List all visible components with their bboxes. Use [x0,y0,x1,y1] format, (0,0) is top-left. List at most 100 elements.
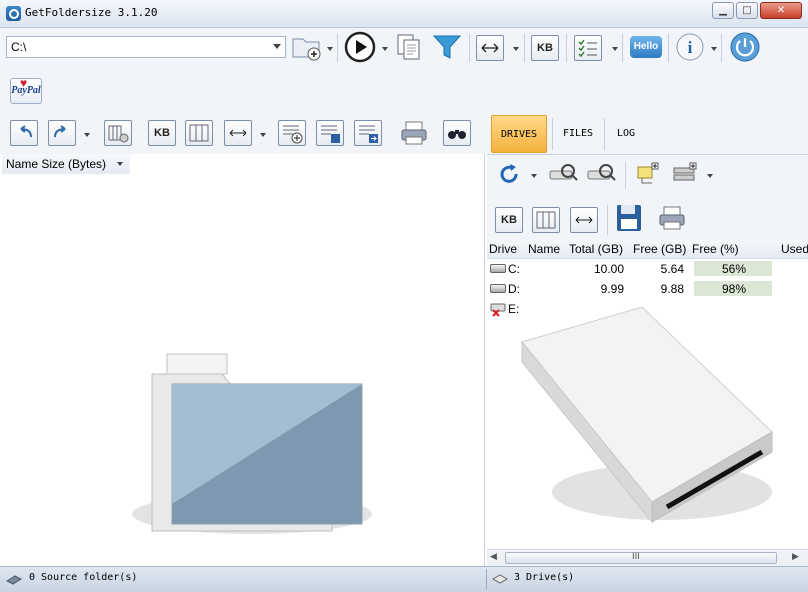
minimize-button[interactable]: ▁ [712,2,734,19]
chevron-down-icon[interactable] [84,133,90,137]
zoom-in-drive-button[interactable] [547,159,581,189]
left-toolbar: KB [0,112,486,154]
chevron-down-icon[interactable] [260,133,266,137]
scrollbar-thumb[interactable]: III [505,552,777,564]
status-bar: 0 Source folder(s) 3 Drive(s) [0,566,808,592]
column-total[interactable]: Total (GB) [569,242,623,256]
horizontal-scrollbar[interactable]: ◀ III ▶ [487,549,808,566]
start-scan-button[interactable] [342,31,378,63]
list-export-icon [359,125,378,143]
copy-button[interactable] [393,32,425,62]
toolbar-separator [566,34,567,62]
printer-icon [401,121,427,145]
copy-icon [397,34,420,60]
add-item-button[interactable] [278,120,306,146]
chevron-down-icon[interactable] [513,47,519,51]
chevron-down-icon[interactable] [612,47,618,51]
add-server-button[interactable] [669,159,703,189]
drive-search-icon [549,164,578,181]
expand-arrows-icon [481,43,499,53]
zoom-out-drive-button[interactable] [585,159,619,189]
scroll-left-icon[interactable]: ◀ [490,552,497,562]
toolbar-separator [337,34,338,62]
columns-button[interactable] [532,207,560,233]
back-button[interactable] [10,120,38,146]
column-width-button[interactable] [476,35,504,61]
chevron-down-icon[interactable] [117,162,123,166]
status-divider [486,569,487,589]
list-add-icon [283,125,303,144]
column-settings-button[interactable] [104,120,132,146]
table-row[interactable]: C: 10.00 5.64 56% [487,259,808,279]
path-value: C:\ [11,40,27,54]
column-free[interactable]: Free (GB) [633,242,686,256]
column-drive[interactable]: Drive [489,242,517,256]
status-right: 3 Drive(s) [514,572,575,583]
columns-button[interactable] [185,120,213,146]
size-unit-button[interactable]: KB [531,35,559,61]
add-network-drive-button[interactable] [633,159,661,189]
toolbar-separator [524,34,525,62]
folder-tree-pane[interactable]: Name Size (Bytes) [2,154,485,566]
total-gb: 10.00 [593,262,624,276]
add-folder-button[interactable] [290,32,324,62]
find-button[interactable] [443,120,471,146]
size-unit-button[interactable]: KB [148,120,176,146]
back-arrow-icon [20,125,32,138]
list-save-icon [321,125,340,143]
chevron-down-icon[interactable] [273,44,281,49]
print-button[interactable] [398,118,430,148]
printer-icon [659,206,685,230]
maximize-button[interactable]: □ [736,2,758,19]
hello-button[interactable]: Hello [628,32,664,62]
filter-button[interactable] [430,32,464,62]
export-list-button[interactable] [354,120,382,146]
drive-status-icon [492,574,508,584]
refresh-icon [500,164,518,183]
drives-toolbar: KB [487,154,808,240]
column-header[interactable]: Name Size (Bytes) [2,154,130,174]
chevron-down-icon[interactable] [531,174,537,178]
columns-icon [536,211,556,229]
column-name[interactable]: Name [528,242,560,256]
right-tabs: DRIVES FILES LOG [486,112,808,154]
size-unit-button[interactable]: KB [495,207,523,233]
tab-files[interactable]: FILES [556,115,600,153]
path-combobox[interactable]: C:\ [6,36,286,58]
close-button[interactable]: ✕ [760,2,802,19]
main-toolbar: C:\ KB Hello i [0,28,808,66]
drive-search-icon [587,164,616,181]
free-percent: 98% [722,282,747,296]
exit-button[interactable] [728,32,762,62]
column-width-button[interactable] [570,207,598,233]
chevron-down-icon[interactable] [707,174,713,178]
tab-separator [604,118,605,150]
column-width-button[interactable] [224,120,252,146]
chevron-down-icon[interactable] [711,47,717,51]
paypal-donate-button[interactable]: ♥ PayPal [10,76,42,104]
total-gb: 9.99 [600,282,624,296]
tab-log[interactable]: LOG [608,115,644,153]
app-icon [6,6,21,21]
status-left: 0 Source folder(s) [29,572,138,583]
save-button[interactable] [613,203,645,233]
info-button[interactable]: i [674,32,706,62]
select-columns-button[interactable] [574,35,602,61]
drive-letter: D: [508,282,520,296]
forward-arrow-icon [54,125,66,138]
drives-table[interactable]: Drive Name Total (GB) Free (GB) Free (%)… [487,240,808,549]
toolbar-separator [469,34,470,62]
free-gb: 9.88 [660,282,684,296]
forward-button[interactable] [48,120,76,146]
hard-drive-icon [490,264,506,273]
table-row[interactable]: D: 9.99 9.88 98% [487,279,808,299]
chevron-down-icon[interactable] [382,47,388,51]
chevron-down-icon[interactable] [327,47,333,51]
tab-drives[interactable]: DRIVES [491,115,547,153]
column-free-percent[interactable]: Free (%) [692,242,739,256]
save-list-button[interactable] [316,120,344,146]
print-button[interactable] [655,203,689,233]
refresh-button[interactable] [495,159,525,189]
scroll-right-icon[interactable]: ▶ [792,552,799,562]
column-used[interactable]: Used [781,242,808,256]
